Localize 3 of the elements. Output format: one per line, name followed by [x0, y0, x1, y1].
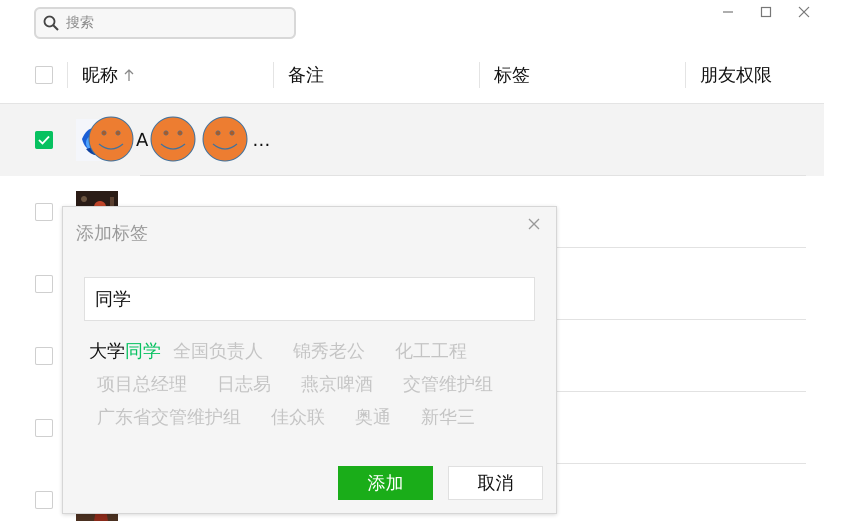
contact-name: A	[136, 130, 148, 150]
name-ellipsis: …	[252, 130, 270, 150]
dialog-title: 添加标签	[76, 222, 148, 246]
